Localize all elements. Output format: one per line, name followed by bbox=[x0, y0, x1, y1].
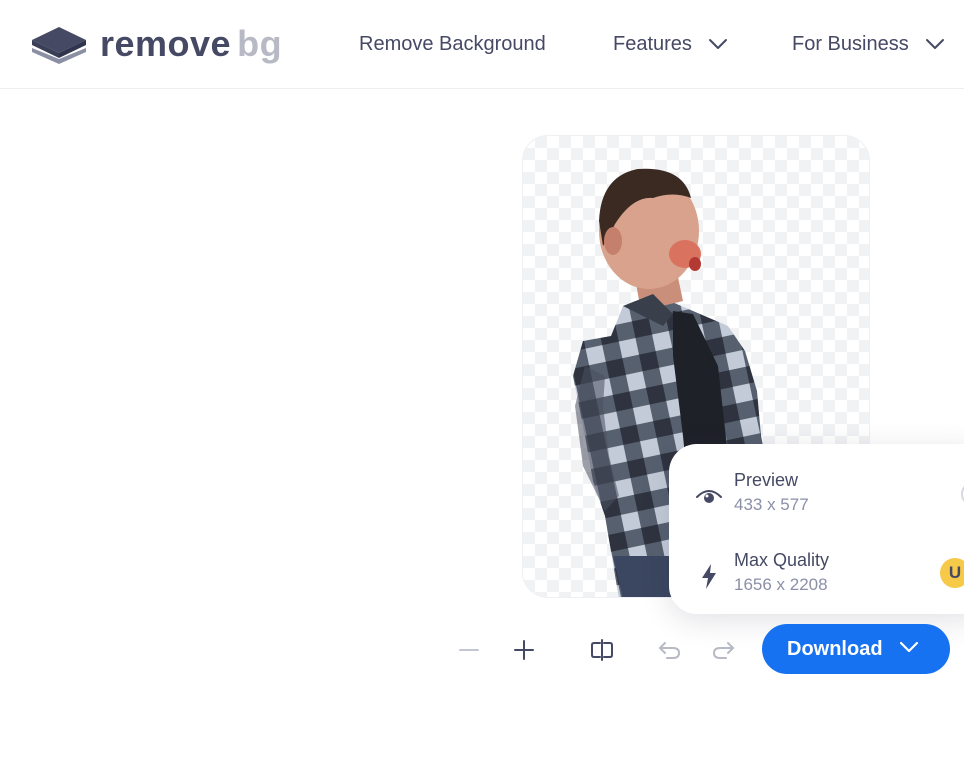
chevron-down-icon bbox=[708, 33, 728, 56]
undo-button[interactable] bbox=[654, 634, 686, 666]
compare-button[interactable] bbox=[586, 634, 618, 666]
download-option-max-quality[interactable]: Max Quality 1656 x 2208 U bbox=[669, 548, 964, 608]
nav-for-business[interactable]: For Business bbox=[792, 30, 945, 58]
chevron-down-icon[interactable] bbox=[899, 640, 919, 658]
upgrade-badge[interactable]: U bbox=[940, 558, 964, 588]
zoom-in-button[interactable] bbox=[508, 634, 540, 666]
top-navigation-bar: remove bg Remove Background Features For … bbox=[0, 0, 964, 89]
minus-icon bbox=[459, 649, 479, 651]
nav-remove-background-label: Remove Background bbox=[359, 32, 546, 55]
plus-icon bbox=[514, 640, 534, 660]
redo-button[interactable] bbox=[707, 634, 739, 666]
preview-option-size: 433 x 577 bbox=[734, 495, 809, 514]
eye-icon bbox=[695, 482, 723, 510]
download-option-preview[interactable]: Preview 433 x 577 bbox=[669, 468, 964, 528]
lightning-icon bbox=[695, 562, 723, 590]
removebg-logo[interactable]: remove bg bbox=[30, 22, 282, 66]
nav-remove-background[interactable]: Remove Background bbox=[359, 30, 546, 58]
nav-for-business-label: For Business bbox=[792, 32, 909, 55]
max-quality-option-title: Max Quality bbox=[734, 550, 830, 570]
download-button[interactable]: Download bbox=[762, 624, 950, 674]
download-button-label: Download bbox=[787, 637, 883, 660]
logo-word-remove: remove bbox=[100, 23, 232, 64]
download-options-menu: Preview 433 x 577 Max Quality 1656 x 220… bbox=[669, 444, 964, 614]
logo-word-bg: bg bbox=[237, 23, 283, 64]
chevron-down-icon bbox=[925, 33, 945, 56]
compare-split-icon bbox=[591, 639, 613, 661]
nav-features[interactable]: Features bbox=[613, 30, 728, 58]
preview-option-title: Preview bbox=[734, 470, 799, 490]
zoom-out-button[interactable] bbox=[453, 634, 485, 666]
redo-icon bbox=[712, 642, 734, 659]
undo-icon bbox=[659, 642, 681, 659]
layers-logo-icon bbox=[32, 27, 86, 64]
max-quality-option-size: 1656 x 2208 bbox=[734, 575, 828, 594]
nav-features-label: Features bbox=[613, 32, 692, 55]
